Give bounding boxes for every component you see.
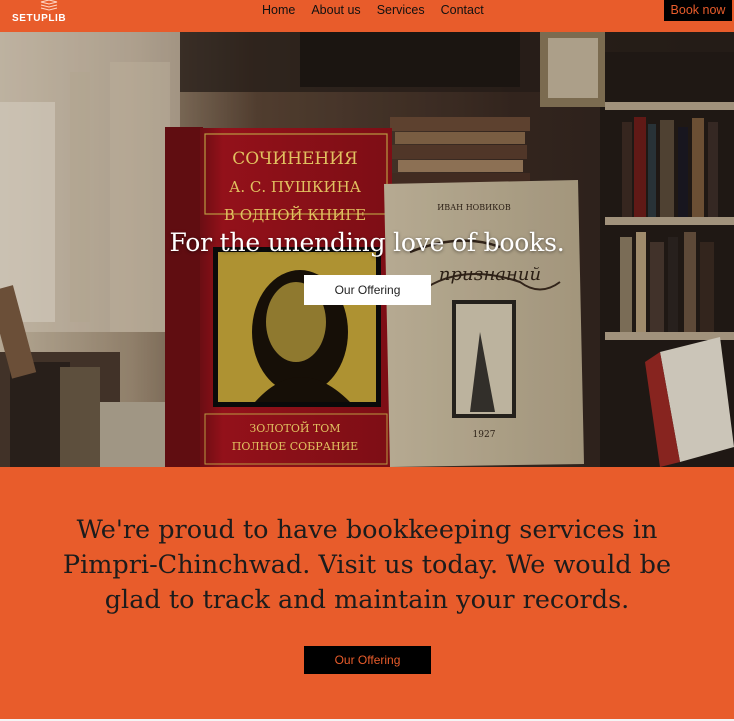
red-book-title-line1: СОЧИНЕНИЯ bbox=[232, 149, 358, 169]
cream-book-title: признаний bbox=[439, 264, 541, 285]
logo[interactable]: SETUPLIB bbox=[12, 0, 72, 32]
cream-book-author: ИВАН НОВИКОВ bbox=[437, 203, 511, 212]
nav-about-us[interactable]: About us bbox=[311, 3, 367, 17]
about-section: We're proud to have bookkeeping services… bbox=[0, 467, 734, 721]
about-our-offering-button[interactable]: Our Offering bbox=[304, 646, 431, 674]
nav-home[interactable]: Home bbox=[262, 3, 302, 17]
nav-services[interactable]: Services bbox=[377, 3, 432, 17]
red-book-title-line3: В ОДНОЙ КНИГЕ bbox=[224, 205, 366, 224]
book-now-button[interactable]: Book now bbox=[664, 0, 732, 21]
red-book-footer-line2: ПОЛНОЕ СОБРАНИЕ bbox=[232, 440, 358, 453]
logo-icon bbox=[40, 0, 58, 11]
hero-our-offering-button[interactable]: Our Offering bbox=[304, 275, 431, 305]
main-nav: Home About us Services Contact bbox=[262, 3, 500, 17]
site-header: SETUPLIB Home About us Services Contact … bbox=[0, 0, 734, 32]
about-text: We're proud to have bookkeeping services… bbox=[62, 515, 672, 615]
red-book-title-line2: А. С. ПУШКИНА bbox=[229, 178, 362, 196]
nav-contact[interactable]: Contact bbox=[441, 3, 491, 17]
red-book-footer-line1: ЗОЛОТОЙ ТОМ bbox=[249, 421, 340, 435]
cream-book-year: 1927 bbox=[473, 430, 496, 440]
hero-title: For the unending love of books. bbox=[169, 228, 565, 257]
logo-text: SETUPLIB bbox=[12, 13, 67, 24]
hero-section: СОЧИНЕНИЯ А. С. ПУШКИНА В ОДНОЙ КНИГЕ ЗО… bbox=[0, 32, 734, 467]
